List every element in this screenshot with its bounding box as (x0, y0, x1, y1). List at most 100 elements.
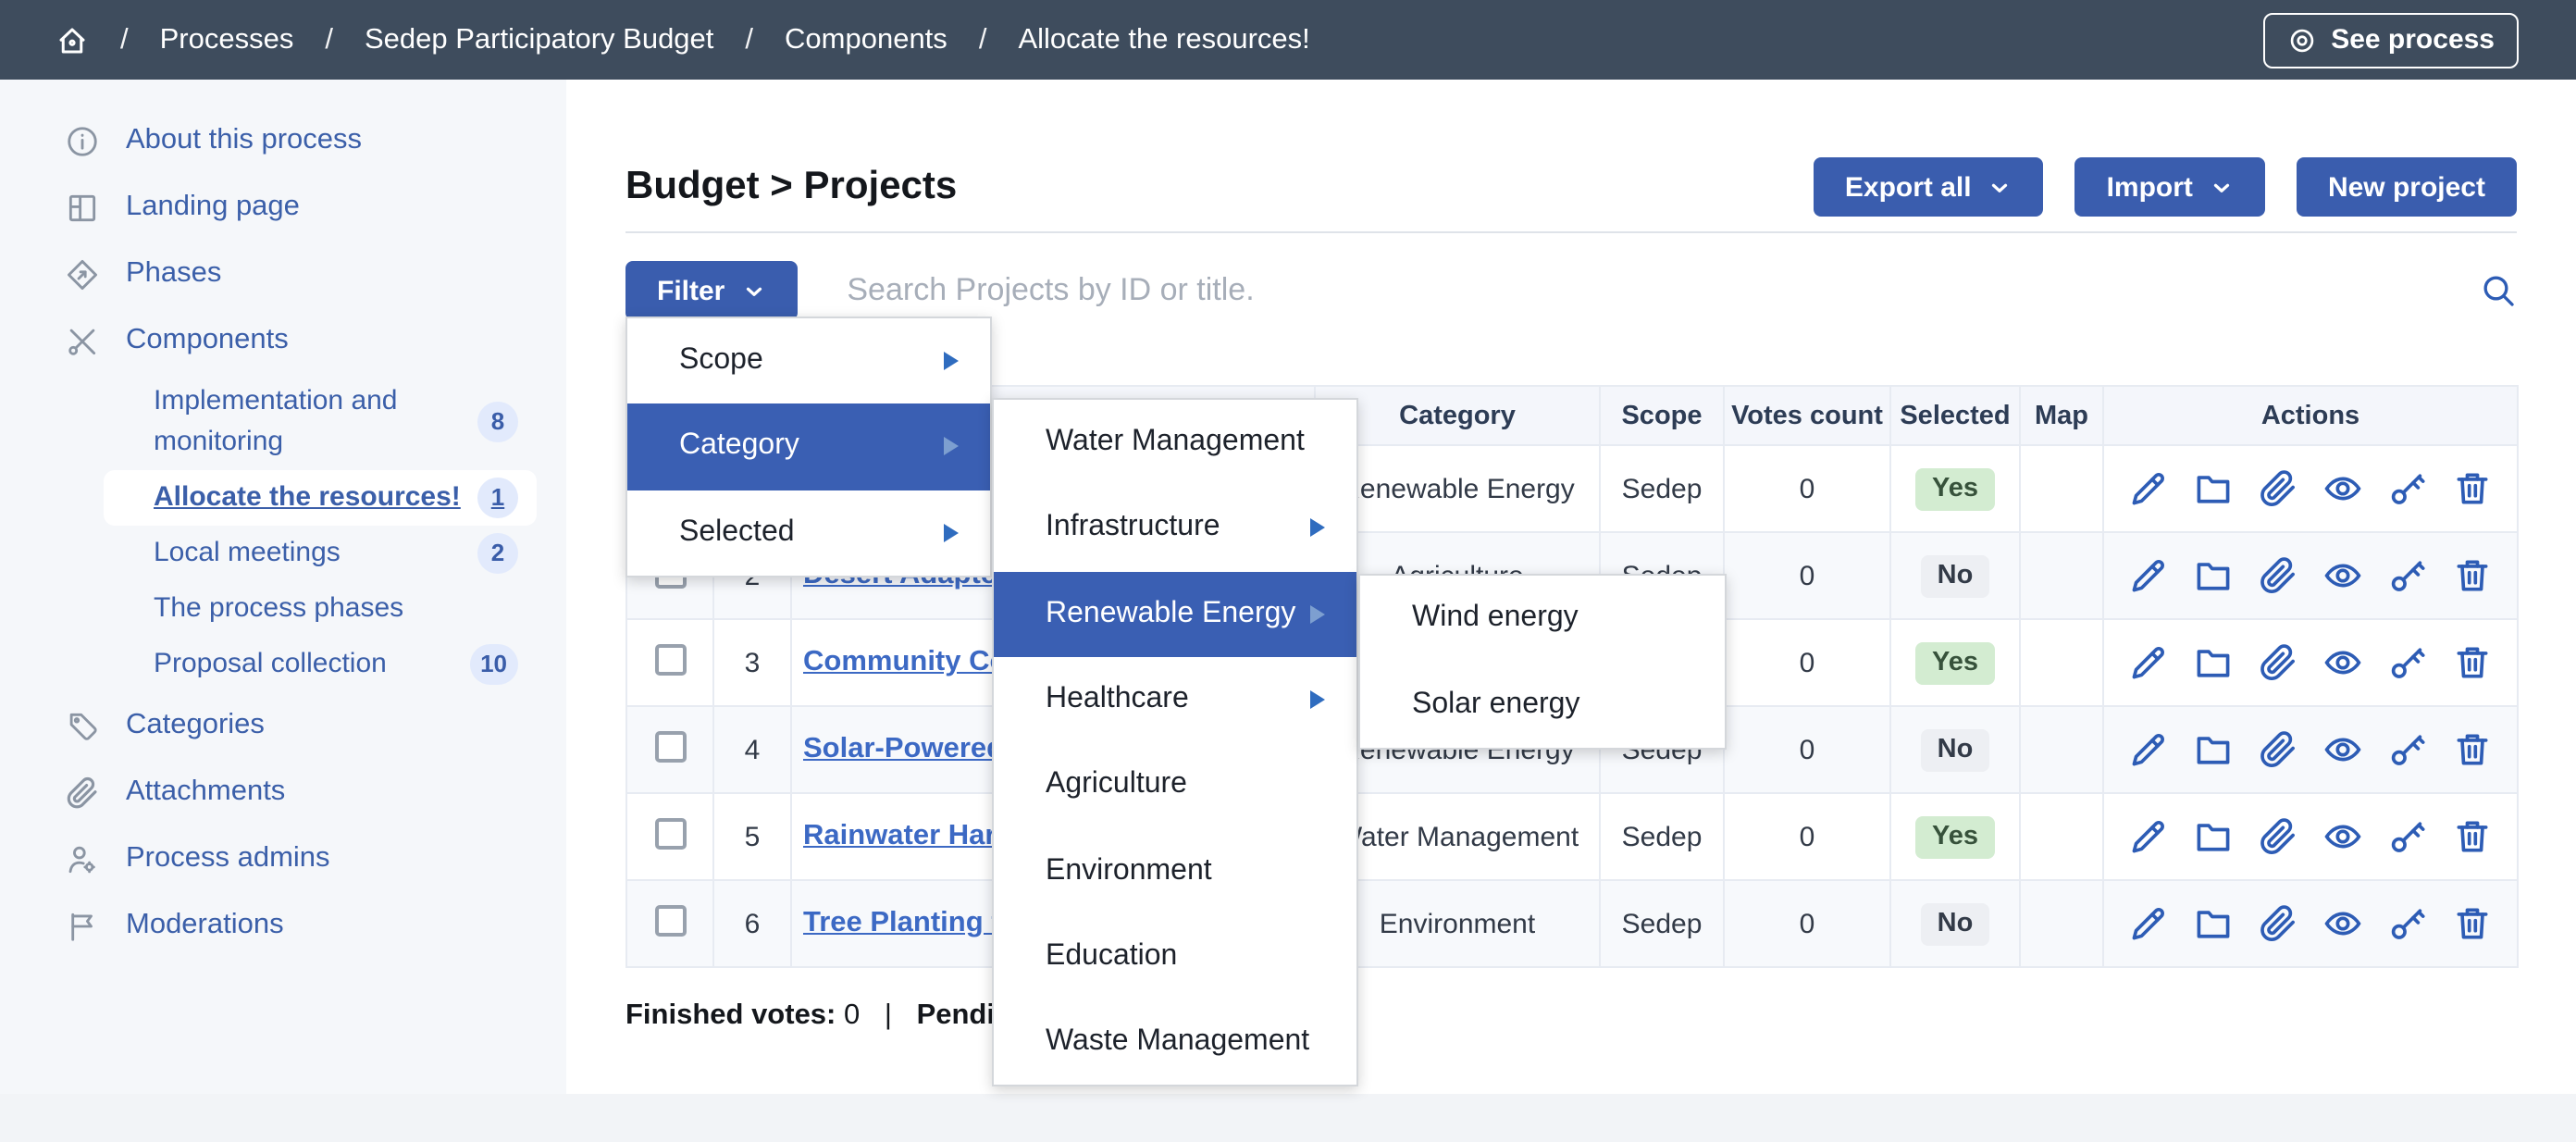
attachments-icon[interactable] (2258, 903, 2298, 944)
sidebar-subitem-proposal-collection[interactable]: Proposal collection 10 (104, 637, 537, 692)
new-project-button[interactable]: New project (2297, 157, 2517, 217)
permissions-icon[interactable] (2387, 729, 2428, 770)
search-input[interactable] (843, 270, 2458, 311)
edit-icon[interactable] (2128, 642, 2169, 683)
edit-icon[interactable] (2128, 468, 2169, 509)
delete-icon[interactable] (2452, 555, 2493, 596)
count-badge: 1 (477, 478, 518, 518)
delete-icon[interactable] (2452, 816, 2493, 857)
sidebar-item-label: Landing page (126, 189, 300, 226)
sidebar-item-process-admins[interactable]: Process admins (0, 825, 566, 892)
count-badge: 10 (469, 644, 518, 685)
row-checkbox[interactable] (654, 643, 686, 675)
menu-item-environment[interactable]: Environment (994, 828, 1356, 914)
menu-item-waste-management[interactable]: Waste Management (994, 999, 1356, 1086)
menu-item-infrastructure[interactable]: Infrastructure (994, 486, 1356, 572)
permissions-icon[interactable] (2387, 903, 2428, 944)
menu-item-renewable-energy[interactable]: Renewable Energy (994, 571, 1356, 657)
project-link[interactable]: Tree Planting fo (803, 907, 1019, 938)
cell-actions (2103, 445, 2518, 532)
home-icon[interactable] (56, 23, 89, 56)
preview-icon[interactable] (2322, 903, 2363, 944)
preview-icon[interactable] (2322, 642, 2363, 683)
table-row: 6 Tree Planting fo Environment Sedep 0 N… (626, 880, 2518, 967)
preview-icon[interactable] (2322, 555, 2363, 596)
sidebar-item-moderations[interactable]: Moderations (0, 892, 566, 959)
delete-icon[interactable] (2452, 468, 2493, 509)
row-checkbox[interactable] (654, 730, 686, 762)
edit-icon[interactable] (2128, 903, 2169, 944)
sidebar-item-phases[interactable]: Phases (0, 241, 566, 307)
sidebar-item-categories[interactable]: Categories (0, 692, 566, 759)
import-button[interactable]: Import (2075, 157, 2265, 217)
edit-icon[interactable] (2128, 729, 2169, 770)
selected-badge: No (1921, 728, 1990, 771)
delete-icon[interactable] (2452, 729, 2493, 770)
filter-dropdown-menu: Scope Category Selected (625, 317, 992, 577)
project-link[interactable]: Rainwater Harv (803, 820, 1012, 851)
menu-item-wind-energy[interactable]: Wind energy (1360, 576, 1725, 662)
sidebar-subitem-process-phases[interactable]: The process phases (104, 581, 537, 637)
filter-button[interactable]: Filter (625, 261, 797, 320)
breadcrumb-components[interactable]: Components (785, 23, 947, 56)
cell-selected: Yes (1890, 445, 2020, 532)
permissions-icon[interactable] (2387, 642, 2428, 683)
sidebar: About this process Landing page Phases C… (0, 80, 566, 1094)
attachments-icon[interactable] (2258, 555, 2298, 596)
delete-icon[interactable] (2452, 642, 2493, 683)
row-checkbox[interactable] (654, 904, 686, 936)
attachments-icon[interactable] (2258, 468, 2298, 509)
cell-id: 6 (713, 880, 791, 967)
search-icon[interactable] (2480, 272, 2517, 309)
folder-icon[interactable] (2193, 729, 2234, 770)
export-all-button[interactable]: Export all (1814, 157, 2044, 217)
breadcrumb-current-component[interactable]: Allocate the resources! (1018, 23, 1309, 56)
permissions-icon[interactable] (2387, 816, 2428, 857)
menu-item-solar-energy[interactable]: Solar energy (1360, 662, 1725, 748)
breadcrumb-separator: / (745, 23, 753, 56)
attachments-icon[interactable] (2258, 729, 2298, 770)
folder-icon[interactable] (2193, 555, 2234, 596)
attachments-icon[interactable] (2258, 816, 2298, 857)
preview-icon[interactable] (2322, 729, 2363, 770)
folder-icon[interactable] (2193, 642, 2234, 683)
breadcrumb-separator: / (325, 23, 333, 56)
cell-actions (2103, 793, 2518, 880)
menu-item-label: Agriculture (1046, 769, 1325, 802)
cell-actions (2103, 706, 2518, 793)
sidebar-item-components[interactable]: Components (0, 307, 566, 374)
sidebar-subitem-local-meetings[interactable]: Local meetings 2 (104, 526, 537, 581)
sidebar-item-about[interactable]: About this process (0, 107, 566, 174)
sidebar-subitem-implementation[interactable]: Implementation and monitoring 8 (104, 374, 537, 470)
folder-icon[interactable] (2193, 903, 2234, 944)
menu-item-scope[interactable]: Scope (627, 318, 990, 404)
folder-icon[interactable] (2193, 816, 2234, 857)
menu-item-agriculture[interactable]: Agriculture (994, 742, 1356, 828)
preview-icon[interactable] (2322, 468, 2363, 509)
sidebar-subitem-allocate-resources[interactable]: Allocate the resources! 1 (104, 470, 537, 526)
menu-item-selected[interactable]: Selected (627, 490, 990, 576)
attachments-icon[interactable] (2258, 642, 2298, 683)
delete-icon[interactable] (2452, 903, 2493, 944)
folder-icon[interactable] (2193, 468, 2234, 509)
menu-item-healthcare[interactable]: Healthcare (994, 657, 1356, 743)
menu-item-category[interactable]: Category (627, 404, 990, 490)
row-checkbox[interactable] (654, 817, 686, 849)
permissions-icon[interactable] (2387, 468, 2428, 509)
menu-item-education[interactable]: Education (994, 914, 1356, 1000)
cell-selected: No (1890, 532, 2020, 619)
sidebar-item-landing-page[interactable]: Landing page (0, 174, 566, 241)
sidebar-item-attachments[interactable]: Attachments (0, 759, 566, 825)
breadcrumb-process-name[interactable]: Sedep Participatory Budget (365, 23, 713, 56)
cell-map (2020, 532, 2103, 619)
menu-item-water-management[interactable]: Water Management (994, 400, 1356, 486)
breadcrumb-processes[interactable]: Processes (160, 23, 294, 56)
edit-icon[interactable] (2128, 555, 2169, 596)
cell-votes: 0 (1724, 880, 1890, 967)
preview-icon[interactable] (2322, 816, 2363, 857)
cell-actions (2103, 532, 2518, 619)
submenu-arrow-icon (944, 523, 959, 541)
edit-icon[interactable] (2128, 816, 2169, 857)
permissions-icon[interactable] (2387, 555, 2428, 596)
see-process-button[interactable]: See process (2262, 12, 2519, 68)
